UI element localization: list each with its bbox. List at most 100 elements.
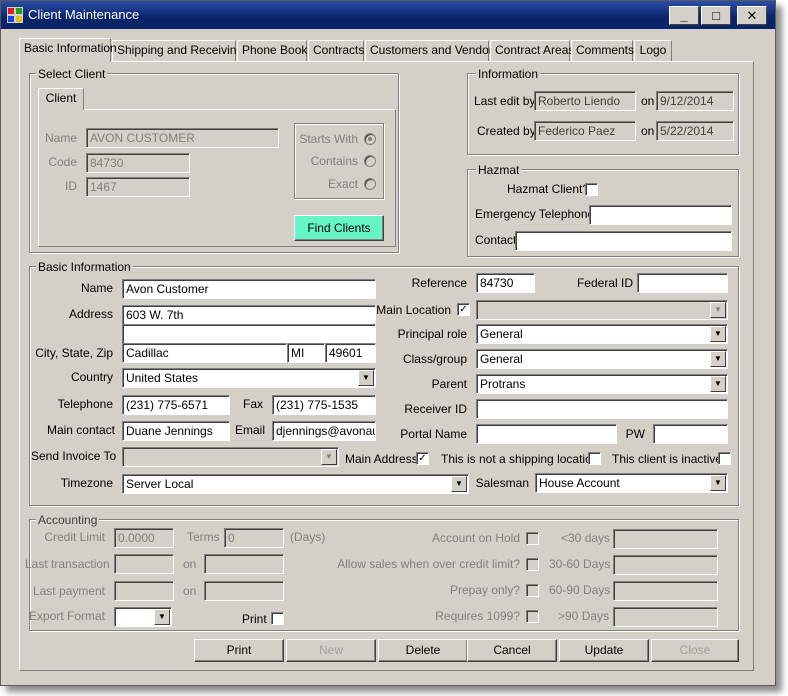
print-button[interactable]: Print bbox=[194, 639, 284, 662]
close-button[interactable]: Close bbox=[651, 639, 739, 662]
hazmat-contact-input[interactable] bbox=[515, 231, 732, 251]
new-button[interactable]: New bbox=[286, 639, 376, 662]
hazmat-client-checkbox[interactable] bbox=[585, 183, 598, 196]
pw-input[interactable] bbox=[653, 424, 728, 444]
not-shipping-checkbox[interactable] bbox=[588, 452, 601, 465]
tab-contracts[interactable]: Contracts bbox=[308, 40, 364, 61]
parent-select[interactable]: Protrans ▼ bbox=[476, 374, 728, 394]
last-edit-label: Last edit by bbox=[474, 94, 536, 108]
code-search-input[interactable]: 84730 bbox=[86, 153, 190, 173]
tab-customers-and-vendors[interactable]: Customers and Vendors bbox=[365, 40, 499, 61]
country-label: Country bbox=[70, 370, 113, 384]
timezone-select[interactable]: Server Local ▼ bbox=[122, 474, 469, 494]
cancel-button[interactable]: Cancel bbox=[467, 639, 557, 662]
terms-input[interactable]: 0 bbox=[224, 528, 284, 548]
principal-role-value: General bbox=[480, 327, 523, 341]
name-search-input[interactable]: AVON CUSTOMER bbox=[86, 128, 279, 148]
requires-1099-checkbox[interactable] bbox=[526, 610, 539, 623]
address-line2-input[interactable] bbox=[122, 324, 376, 344]
class-group-label: Class/group bbox=[402, 352, 467, 366]
exact-radio[interactable] bbox=[364, 178, 376, 190]
emergency-telephone-input[interactable] bbox=[589, 205, 732, 225]
inactive-checkbox[interactable] bbox=[718, 452, 731, 465]
id-search-label: ID bbox=[65, 179, 77, 193]
chevron-down-icon[interactable]: ▼ bbox=[710, 376, 726, 392]
inner-tab-client[interactable]: Client bbox=[38, 88, 84, 110]
tab-shipping-and-receiving[interactable]: Shipping and Receiving bbox=[112, 40, 243, 61]
main-location-checkbox[interactable]: ✓ bbox=[457, 303, 470, 316]
title-bar[interactable]: Client Maintenance _ □ ✕ bbox=[1, 1, 775, 29]
account-on-hold-checkbox[interactable] bbox=[526, 532, 539, 545]
last-edit-on-label: on bbox=[641, 94, 655, 108]
chevron-down-icon[interactable]: ▼ bbox=[321, 449, 337, 465]
client-name-label: Name bbox=[80, 281, 113, 295]
city-input[interactable]: Cadillac bbox=[122, 343, 287, 363]
tab-contract-areas[interactable]: Contract Areas bbox=[490, 40, 574, 61]
salesman-select[interactable]: House Account ▼ bbox=[535, 473, 728, 493]
tab-basic-information[interactable]: Basic Information bbox=[19, 38, 117, 62]
state-input[interactable]: MI bbox=[287, 343, 325, 363]
chevron-down-icon[interactable]: ▼ bbox=[154, 609, 170, 625]
not-shipping-label: This is not a shipping location bbox=[441, 452, 599, 466]
tab-phone-book[interactable]: Phone Book bbox=[237, 40, 307, 61]
last-transaction-date bbox=[204, 554, 284, 574]
portal-name-input[interactable] bbox=[476, 424, 617, 444]
find-clients-button[interactable]: Find Clients bbox=[294, 215, 384, 241]
receiver-id-label: Receiver ID bbox=[404, 402, 467, 416]
information-title: Information bbox=[476, 67, 541, 81]
contains-radio[interactable] bbox=[364, 155, 376, 167]
country-select[interactable]: United States ▼ bbox=[122, 368, 376, 388]
principal-role-label: Principal role bbox=[397, 327, 467, 341]
chevron-down-icon[interactable]: ▼ bbox=[710, 326, 726, 342]
chevron-down-icon[interactable]: ▼ bbox=[358, 370, 374, 386]
name-search-label: Name bbox=[44, 131, 77, 145]
created-by-field: Federico Paez bbox=[534, 121, 636, 141]
chevron-down-icon[interactable]: ▼ bbox=[710, 351, 726, 367]
receiver-id-input[interactable] bbox=[476, 399, 728, 419]
information-group bbox=[467, 73, 739, 155]
close-window-button[interactable]: ✕ bbox=[737, 6, 767, 25]
contains-label: Contains bbox=[310, 154, 358, 168]
exact-label: Exact bbox=[327, 177, 358, 191]
fax-input[interactable]: (231) 775-1535 bbox=[272, 395, 376, 415]
print-option-checkbox[interactable] bbox=[271, 612, 284, 625]
client-name-input[interactable]: Avon Customer bbox=[122, 279, 376, 299]
credit-limit-input[interactable]: 0.0000 bbox=[114, 528, 174, 548]
delete-button[interactable]: Delete bbox=[378, 639, 468, 662]
main-contact-label: Main contact bbox=[46, 423, 115, 437]
id-search-input[interactable]: 1467 bbox=[86, 177, 190, 197]
main-address-label: Main Address bbox=[345, 452, 418, 466]
tab-comments[interactable]: Comments bbox=[571, 40, 634, 61]
main-location-select[interactable]: ▼ bbox=[476, 300, 728, 320]
prepay-only-checkbox[interactable] bbox=[526, 584, 539, 597]
zip-input[interactable]: 49601 bbox=[325, 343, 376, 363]
principal-role-select[interactable]: General ▼ bbox=[476, 324, 728, 344]
class-group-select[interactable]: General ▼ bbox=[476, 349, 728, 369]
main-contact-input[interactable]: Duane Jennings bbox=[122, 421, 230, 441]
code-search-label: Code bbox=[48, 155, 77, 169]
federal-id-input[interactable] bbox=[637, 273, 728, 293]
allow-over-credit-label: Allow sales when over credit limit? bbox=[337, 557, 520, 571]
allow-over-credit-checkbox[interactable] bbox=[526, 558, 539, 571]
hazmat-client-label: Hazmat Client? bbox=[507, 182, 590, 196]
print-option-label: Print bbox=[242, 612, 267, 626]
update-button[interactable]: Update bbox=[559, 639, 649, 662]
salesman-label: Salesman bbox=[475, 476, 529, 490]
created-on-label: on bbox=[641, 124, 655, 138]
main-address-checkbox[interactable]: ✓ bbox=[416, 452, 429, 465]
tab-logo[interactable]: Logo bbox=[634, 40, 672, 61]
created-by-label: Created by bbox=[477, 124, 536, 138]
email-input[interactable]: djennings@avonaut bbox=[272, 421, 376, 441]
send-invoice-select[interactable]: ▼ bbox=[122, 447, 339, 467]
chevron-down-icon[interactable]: ▼ bbox=[710, 475, 726, 491]
export-format-select[interactable]: ▼ bbox=[114, 607, 172, 627]
reference-input[interactable]: 84730 bbox=[476, 273, 535, 293]
minimize-button[interactable]: _ bbox=[669, 6, 699, 25]
address-line1-input[interactable]: 603 W. 7th bbox=[122, 305, 376, 325]
maximize-button[interactable]: □ bbox=[701, 6, 731, 25]
chevron-down-icon[interactable]: ▼ bbox=[710, 302, 726, 318]
telephone-input[interactable]: (231) 775-6571 bbox=[122, 395, 230, 415]
aging-30-60-label: 30-60 Days bbox=[549, 557, 611, 571]
terms-label: Terms bbox=[187, 530, 220, 544]
starts-with-radio[interactable] bbox=[364, 133, 376, 145]
